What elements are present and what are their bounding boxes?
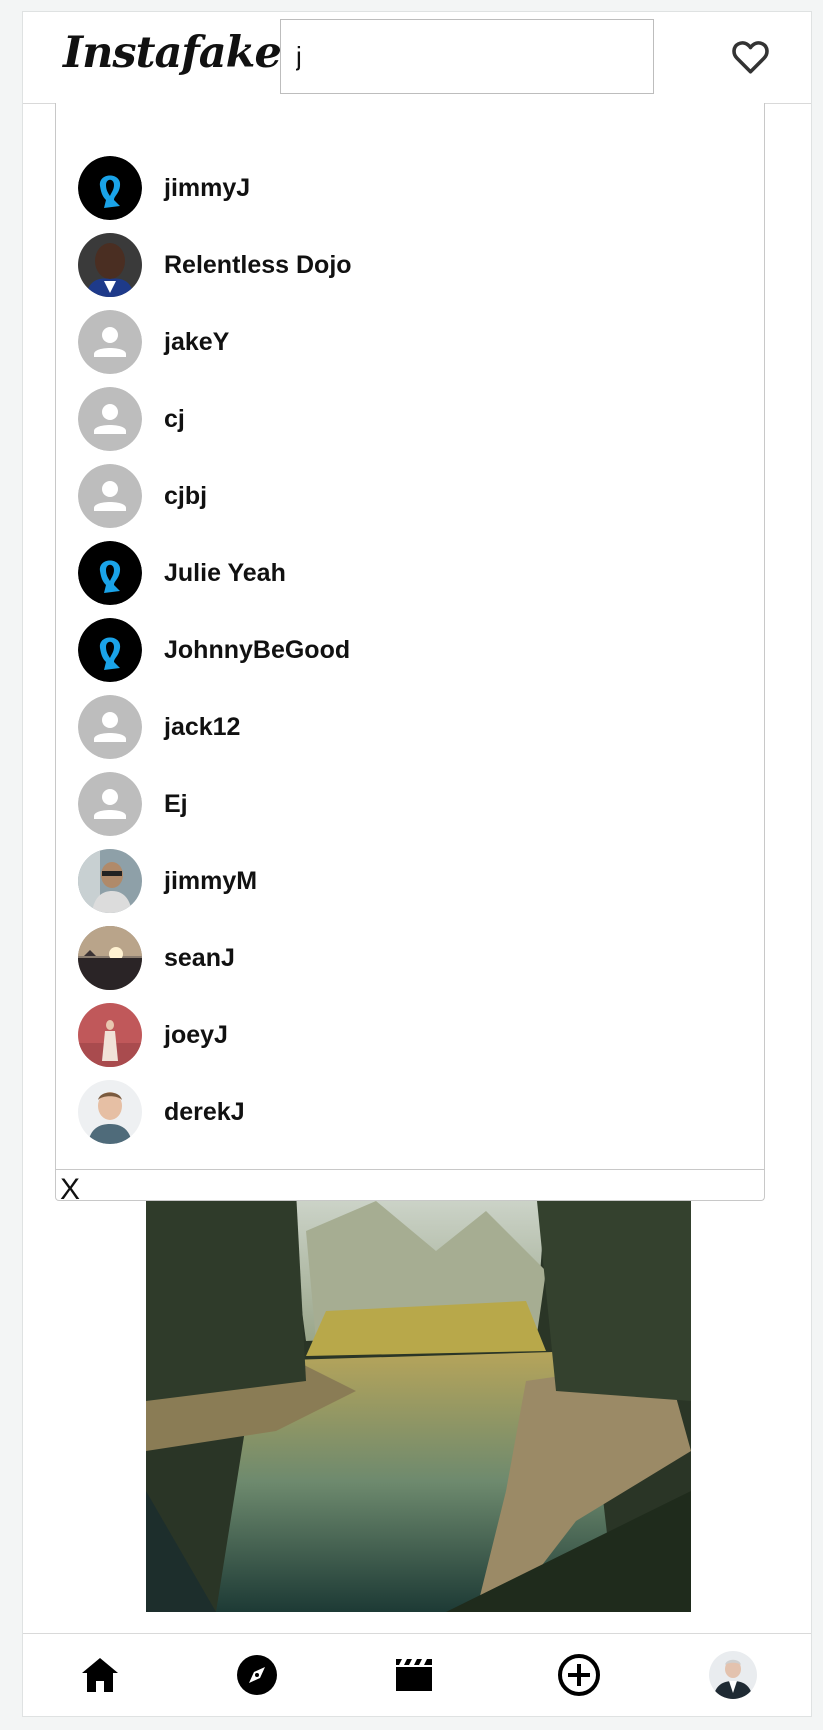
search-results-list: jimmyJ Relentless Dojo jakeY cj cjbj Jul…: [56, 103, 764, 1170]
search-result-item[interactable]: joeyJ: [78, 1002, 738, 1068]
search-result-item[interactable]: jimmyJ: [78, 155, 738, 221]
search-result-item[interactable]: cj: [78, 386, 738, 452]
avatar: [78, 926, 142, 990]
search-result-item[interactable]: seanJ: [78, 925, 738, 991]
result-username: JohnnyBeGood: [164, 635, 351, 664]
default-avatar-icon: [78, 464, 142, 528]
avatar: [78, 1080, 142, 1144]
default-avatar-icon: [78, 695, 142, 759]
app-window: Instafake g: [22, 11, 812, 1717]
avatar: [78, 233, 142, 297]
default-avatar-icon: [78, 772, 142, 836]
result-username: joeyJ: [164, 1020, 228, 1049]
avatar: [78, 1003, 142, 1067]
bottom-nav: [23, 1633, 811, 1716]
result-username: derekJ: [164, 1097, 245, 1126]
avatar: [78, 618, 142, 682]
create-plus-icon[interactable]: [555, 1651, 603, 1699]
default-avatar-icon: [78, 310, 142, 374]
avatar: [78, 541, 142, 605]
search-result-item[interactable]: derekJ: [78, 1079, 738, 1145]
result-username: Ej: [164, 789, 188, 818]
result-username: cjbj: [164, 481, 208, 510]
result-username: jimmyJ: [164, 173, 251, 202]
heart-icon[interactable]: [729, 35, 772, 78]
avatar: [78, 849, 142, 913]
search-result-item[interactable]: JohnnyBeGood: [78, 617, 738, 683]
profile-avatar[interactable]: [709, 1651, 757, 1699]
search-results-dropdown: jimmyJ Relentless Dojo jakeY cj cjbj Jul…: [55, 103, 765, 1206]
result-username: Julie Yeah: [164, 558, 286, 587]
avatar: [78, 156, 142, 220]
home-icon[interactable]: [76, 1651, 124, 1699]
result-username: jack12: [164, 712, 241, 741]
search-input[interactable]: [280, 19, 654, 94]
search-result-item[interactable]: jack12: [78, 694, 738, 760]
top-header: Instafake: [23, 12, 811, 104]
search-result-item[interactable]: jimmyM: [78, 848, 738, 914]
result-username: jakeY: [164, 327, 230, 356]
search-result-item[interactable]: cjbj: [78, 463, 738, 529]
explore-compass-icon[interactable]: [233, 1651, 281, 1699]
result-username: Relentless Dojo: [164, 250, 352, 279]
search-result-item[interactable]: Relentless Dojo: [78, 232, 738, 298]
reels-clapper-icon[interactable]: [390, 1651, 438, 1699]
search-result-item[interactable]: Ej: [78, 771, 738, 837]
logo[interactable]: Instafake: [63, 28, 282, 78]
default-avatar-icon: [78, 387, 142, 451]
search-result-item[interactable]: jakeY: [78, 309, 738, 375]
post-image[interactable]: [146, 1191, 691, 1612]
result-username: seanJ: [164, 943, 235, 972]
result-username: cj: [164, 404, 185, 433]
search-result-item[interactable]: Julie Yeah: [78, 540, 738, 606]
close-dropdown-button[interactable]: X: [60, 1171, 80, 1209]
result-username: jimmyM: [164, 866, 258, 895]
